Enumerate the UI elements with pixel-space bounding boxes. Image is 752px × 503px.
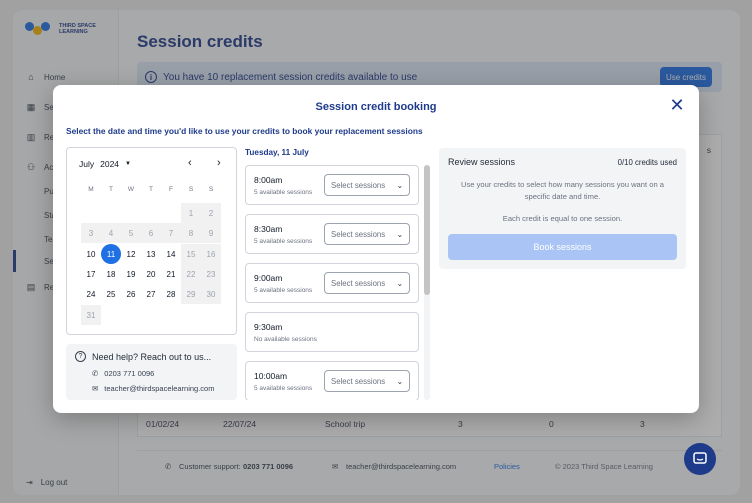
weekday-label: F [169, 186, 173, 193]
weekday-label: T [109, 186, 113, 193]
weekday-label: W [127, 186, 135, 193]
calendar-day[interactable]: 9 [201, 223, 221, 243]
weekday-label: S [208, 186, 214, 193]
calendar-day[interactable]: 12 [121, 244, 141, 264]
slot-time: 10:00am [254, 371, 288, 381]
calendar-day[interactable]: 26 [121, 284, 141, 304]
calendar-day[interactable]: 24 [81, 284, 101, 304]
slot-availability: 5 available sessions [254, 385, 313, 392]
slots-scrollbar[interactable] [424, 165, 430, 400]
time-slot: 8:00am 5 available sessions Select session… [245, 165, 419, 205]
slot-availability: 5 available sessions [254, 238, 313, 245]
time-slot: 8:30am 5 available sessions Select session… [245, 214, 419, 254]
time-slot: 9:00am 5 available sessions Select session… [245, 263, 419, 303]
chevron-down-icon: ⌄ [396, 278, 403, 288]
calendar-day[interactable]: 15 [181, 244, 201, 264]
calendar-day[interactable]: 31 [81, 305, 101, 325]
close-icon[interactable]: ✕ [669, 96, 685, 114]
weekday-label: M [88, 186, 94, 193]
help-icon: ? [75, 351, 86, 362]
time-slot: 9:30am No available sessions [245, 312, 419, 352]
time-slot-list: 8:00am 5 available sessions Select session… [245, 165, 431, 400]
slot-time: 8:30am [254, 224, 283, 234]
select-sessions-label: Select sessions [331, 376, 386, 386]
select-sessions-dropdown[interactable]: Select sessions ⌄ [324, 174, 410, 196]
chevron-down-icon: ⌄ [396, 180, 403, 190]
calendar-day[interactable]: 6 [141, 223, 161, 243]
calendar-day[interactable]: 23 [201, 264, 221, 284]
time-slot: 10:00am 5 available sessions Select sessio… [245, 361, 419, 400]
modal-subtitle: Select the date and time you'd like to u… [66, 126, 423, 136]
slot-time: 9:00am [254, 273, 283, 283]
date-picker: July 2024 ▼ ‹ › M T W T F S S 1 2 3 4 5 6 7 8 9 10 11 12 13… [66, 147, 237, 335]
modal-title: Session credit booking [315, 101, 437, 113]
help-box: ? Need help? Reach out to us... ✆ 0203 77… [66, 344, 237, 400]
calendar-day[interactable]: 3 [81, 223, 101, 243]
book-sessions-button[interactable]: Book sessions [448, 234, 677, 260]
review-panel: Review sessions 0/10 credits used Use yo… [439, 148, 686, 269]
calendar-day[interactable]: 13 [141, 244, 161, 264]
next-month-icon[interactable]: › [217, 157, 221, 169]
caret-down-icon: ▼ [125, 161, 131, 167]
chevron-down-icon: ⌄ [396, 376, 403, 386]
select-sessions-label: Select sessions [331, 180, 386, 190]
month-year-select[interactable]: July 2024 ▼ [79, 159, 131, 169]
credits-used: 0/10 credits used [617, 158, 677, 167]
prev-month-icon[interactable]: ‹ [188, 157, 192, 169]
help-title: Need help? Reach out to us... [92, 352, 212, 362]
calendar-day[interactable]: 18 [101, 264, 121, 284]
calendar-day[interactable]: 8 [181, 223, 201, 243]
slot-availability: 5 available sessions [254, 287, 313, 294]
review-title: Review sessions [448, 157, 516, 167]
slots-date: Tuesday, 11 July [245, 148, 309, 157]
slot-availability: No available sessions [254, 336, 317, 343]
weekday-label: T [149, 186, 153, 193]
calendar-day[interactable]: 17 [81, 264, 101, 284]
select-sessions-dropdown[interactable]: Select sessions ⌄ [324, 272, 410, 294]
select-sessions-dropdown[interactable]: Select sessions ⌄ [324, 370, 410, 392]
calendar-day[interactable]: 27 [141, 284, 161, 304]
chevron-down-icon: ⌄ [396, 229, 403, 239]
slot-time: 8:00am [254, 175, 283, 185]
review-text-2: Each credit is equal to one session. [502, 214, 623, 223]
weekday-label: S [188, 186, 194, 193]
calendar-day[interactable]: 29 [181, 284, 201, 304]
calendar-day[interactable]: 7 [161, 223, 181, 243]
calendar-day[interactable]: 22 [181, 264, 201, 284]
slot-time: 9:30am [254, 322, 283, 332]
calendar-day[interactable]: 19 [121, 264, 141, 284]
calendar-day[interactable]: 1 [181, 203, 201, 223]
chat-button[interactable] [684, 443, 716, 475]
calendar-day[interactable]: 25 [101, 284, 121, 304]
help-email[interactable]: ✉ teacher@thirdspacelearning.com [92, 384, 214, 393]
select-sessions-label: Select sessions [331, 278, 386, 288]
mail-icon: ✉ [92, 384, 99, 393]
slot-availability: 5 available sessions [254, 189, 313, 196]
chat-icon [693, 452, 707, 464]
scroll-thumb[interactable] [424, 165, 430, 295]
review-text-1: Use your credits to select how many sess… [460, 180, 665, 201]
help-phone[interactable]: ✆ 0203 771 0096 [92, 369, 154, 378]
calendar-day[interactable]: 4 [101, 223, 121, 243]
calendar-day[interactable]: 30 [201, 284, 221, 304]
calendar-day[interactable]: 21 [161, 264, 181, 284]
calendar-day-selected[interactable]: 11 [101, 244, 121, 264]
calendar-day[interactable]: 28 [161, 284, 181, 304]
calendar-day[interactable]: 20 [141, 264, 161, 284]
select-sessions-label: Select sessions [331, 229, 386, 239]
calendar-day[interactable]: 5 [121, 223, 141, 243]
calendar-day[interactable]: 14 [161, 244, 181, 264]
phone-icon: ✆ [92, 369, 99, 378]
session-credit-booking-modal: Session credit booking ✕ Select the date… [53, 85, 699, 413]
select-sessions-dropdown[interactable]: Select sessions ⌄ [324, 223, 410, 245]
calendar-day[interactable]: 16 [201, 244, 221, 264]
calendar-day[interactable]: 10 [81, 244, 101, 264]
calendar-day[interactable]: 2 [201, 203, 221, 223]
